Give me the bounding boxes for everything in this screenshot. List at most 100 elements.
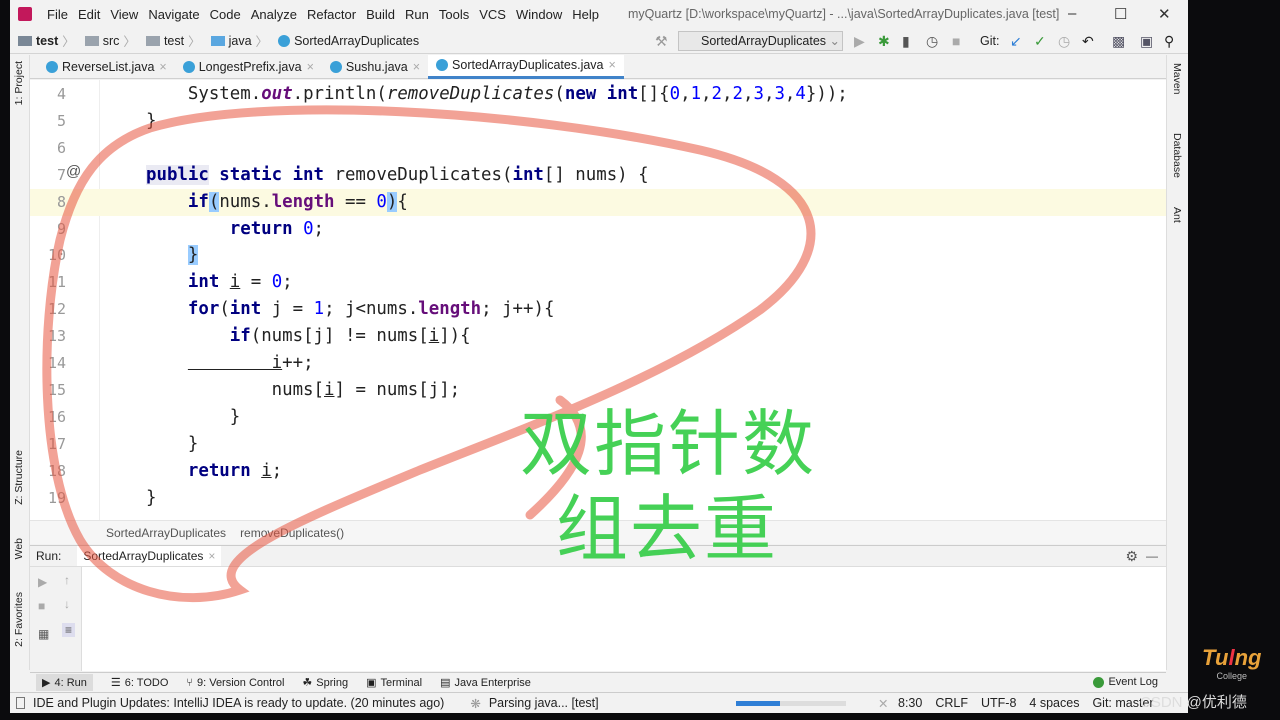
menu-run[interactable]: Run [405, 7, 429, 22]
right-tool-strip: Maven Database Ant [1166, 55, 1188, 670]
tab-sushu[interactable]: Sushu.java × [322, 55, 428, 79]
crumb-method[interactable]: removeDuplicates() [240, 526, 344, 540]
run-icon[interactable]: ▶ [854, 33, 865, 50]
crumb-class[interactable]: SortedArrayDuplicates [106, 526, 226, 540]
tool-structure[interactable]: Z: Structure [13, 450, 25, 505]
code-line: public static int removeDuplicates(int[]… [30, 162, 1166, 189]
build-icon[interactable]: ⚒ [655, 33, 668, 50]
stop-icon[interactable]: ■ [38, 599, 45, 613]
code-line: System.out.println(removeDuplicates(new … [30, 81, 1166, 108]
tool-label: 9: Version Control [196, 676, 285, 689]
rollback-icon[interactable]: ↶ [1082, 33, 1094, 50]
git-history-icon[interactable]: ◷ [1058, 33, 1070, 50]
git-update-icon[interactable]: ↙ [1010, 33, 1022, 50]
menu-build[interactable]: Build [366, 7, 395, 22]
up-icon[interactable]: ↑ [64, 573, 70, 587]
tool-terminal[interactable]: ▣ Terminal [366, 676, 423, 690]
close-tab-icon[interactable]: × [609, 58, 616, 72]
settings-icon[interactable]: ⚙ [1125, 548, 1138, 565]
menu-help[interactable]: Help [572, 7, 599, 22]
breadcrumb-item[interactable]: src 〉 [84, 31, 140, 50]
breadcrumb-item[interactable]: test 〉 [18, 31, 79, 50]
tab-sortedarrayduplicates[interactable]: SortedArrayDuplicates.java × [428, 54, 624, 79]
breadcrumb-item[interactable]: test 〉 [145, 31, 205, 50]
hide-icon[interactable]: — [1146, 549, 1158, 563]
tool-label: Java Enterprise [454, 676, 531, 689]
menu-window[interactable]: Window [516, 7, 562, 22]
tool-todo[interactable]: ☰ 6: TODO [111, 676, 168, 690]
breadcrumb-item[interactable]: java 〉 [210, 31, 272, 50]
coverage-icon[interactable]: ▮ [902, 33, 910, 50]
git-commit-icon[interactable]: ✓ [1034, 33, 1046, 50]
code-token: nums. [219, 191, 272, 212]
cancel-task-icon[interactable]: ✕ [878, 696, 888, 711]
tool-javaenterprise[interactable]: ▤ Java Enterprise [440, 676, 531, 690]
menu-edit[interactable]: Edit [78, 7, 100, 22]
line-separator[interactable]: CRLF [935, 696, 968, 710]
tool-web[interactable]: Web [13, 538, 25, 559]
tab-reverselist[interactable]: ReverseList.java × [38, 55, 175, 79]
notification-icon[interactable] [16, 697, 25, 709]
class-icon [278, 34, 291, 47]
tab-label: ReverseList.java [62, 59, 155, 74]
menu-analyze[interactable]: Analyze [251, 7, 297, 22]
search-icon[interactable]: ⚲ [1164, 33, 1174, 50]
layout-icon[interactable]: ▦ [38, 627, 49, 641]
close-tab-icon[interactable]: × [307, 60, 314, 74]
file-encoding[interactable]: UTF-8 [981, 696, 1016, 710]
tool-icon: ▶ [42, 677, 51, 689]
code-token: public [146, 164, 209, 185]
run-config-select[interactable]: SortedArrayDuplicates ⌄ [678, 31, 843, 51]
code-token: 4 [795, 84, 806, 104]
status-message[interactable]: IDE and Plugin Updates: IntelliJ IDEA is… [33, 696, 444, 710]
code-token: { [397, 191, 408, 212]
code-token: ; [271, 460, 283, 481]
menu-navigate[interactable]: Navigate [148, 7, 199, 22]
status-bar: IDE and Plugin Updates: IntelliJ IDEA is… [10, 692, 1188, 713]
close-tab-icon[interactable]: × [413, 60, 420, 74]
minimize-button[interactable]: – [1068, 5, 1076, 22]
menu-view[interactable]: View [110, 7, 138, 22]
breadcrumb-item[interactable]: SortedArrayDuplicates [278, 31, 419, 50]
tool-database[interactable]: Database [1171, 133, 1183, 178]
code-token: ; j<nums. [324, 299, 419, 320]
indent-setting[interactable]: 4 spaces [1029, 696, 1079, 710]
menu-vcs[interactable]: VCS [479, 7, 506, 22]
close-button[interactable]: ✕ [1158, 5, 1171, 23]
stop-icon[interactable]: ■ [952, 33, 960, 49]
menu-code[interactable]: Code [210, 7, 241, 22]
menu-tools[interactable]: Tools [439, 7, 469, 22]
tool-ant[interactable]: Ant [1171, 207, 1183, 223]
caret-position[interactable]: 8:30 [898, 696, 922, 710]
background-task[interactable]: Parsing java... [test] [489, 696, 599, 710]
run-console[interactable]: ▶ ↑ ■ ↓ ▦ ≡ [30, 567, 1166, 671]
menu-refactor[interactable]: Refactor [307, 7, 356, 22]
maximize-button[interactable]: ☐ [1114, 5, 1127, 23]
tool-run[interactable]: ▶ 4: Run [36, 674, 93, 691]
app-logo-icon [18, 7, 32, 21]
code-token: j = [261, 299, 314, 320]
close-tab-icon[interactable]: × [159, 60, 166, 74]
debug-icon[interactable]: ✱ [878, 33, 890, 50]
line-number: 14 [47, 354, 66, 372]
tool-favorites[interactable]: 2: Favorites [13, 592, 25, 647]
profile-icon[interactable]: ◷ [926, 33, 938, 50]
tool-maven[interactable]: Maven [1171, 63, 1183, 95]
project-structure-icon[interactable]: ▩ [1112, 33, 1125, 50]
event-log-button[interactable]: Event Log [1093, 676, 1158, 688]
presentation-icon[interactable]: ▣ [1140, 33, 1153, 50]
code-line: } [30, 108, 1166, 135]
down-icon[interactable]: ↓ [64, 597, 70, 611]
tool-spring[interactable]: ☘ Spring [302, 676, 348, 690]
tool-project[interactable]: 1: Project [13, 61, 25, 105]
menu-file[interactable]: File [47, 7, 68, 22]
run-tab[interactable]: SortedArrayDuplicates × [77, 546, 222, 566]
tool-label: Terminal [380, 676, 423, 689]
tool-versioncontrol[interactable]: ⑂ 9: Version Control [186, 677, 284, 689]
rerun-icon[interactable]: ▶ [38, 575, 47, 589]
wrap-icon[interactable]: ≡ [62, 623, 76, 637]
code-token: if [187, 191, 209, 212]
code-token: 0 [271, 272, 283, 293]
line-number: 13 [47, 327, 66, 346]
tab-longestprefix[interactable]: LongestPrefix.java × [175, 55, 322, 79]
